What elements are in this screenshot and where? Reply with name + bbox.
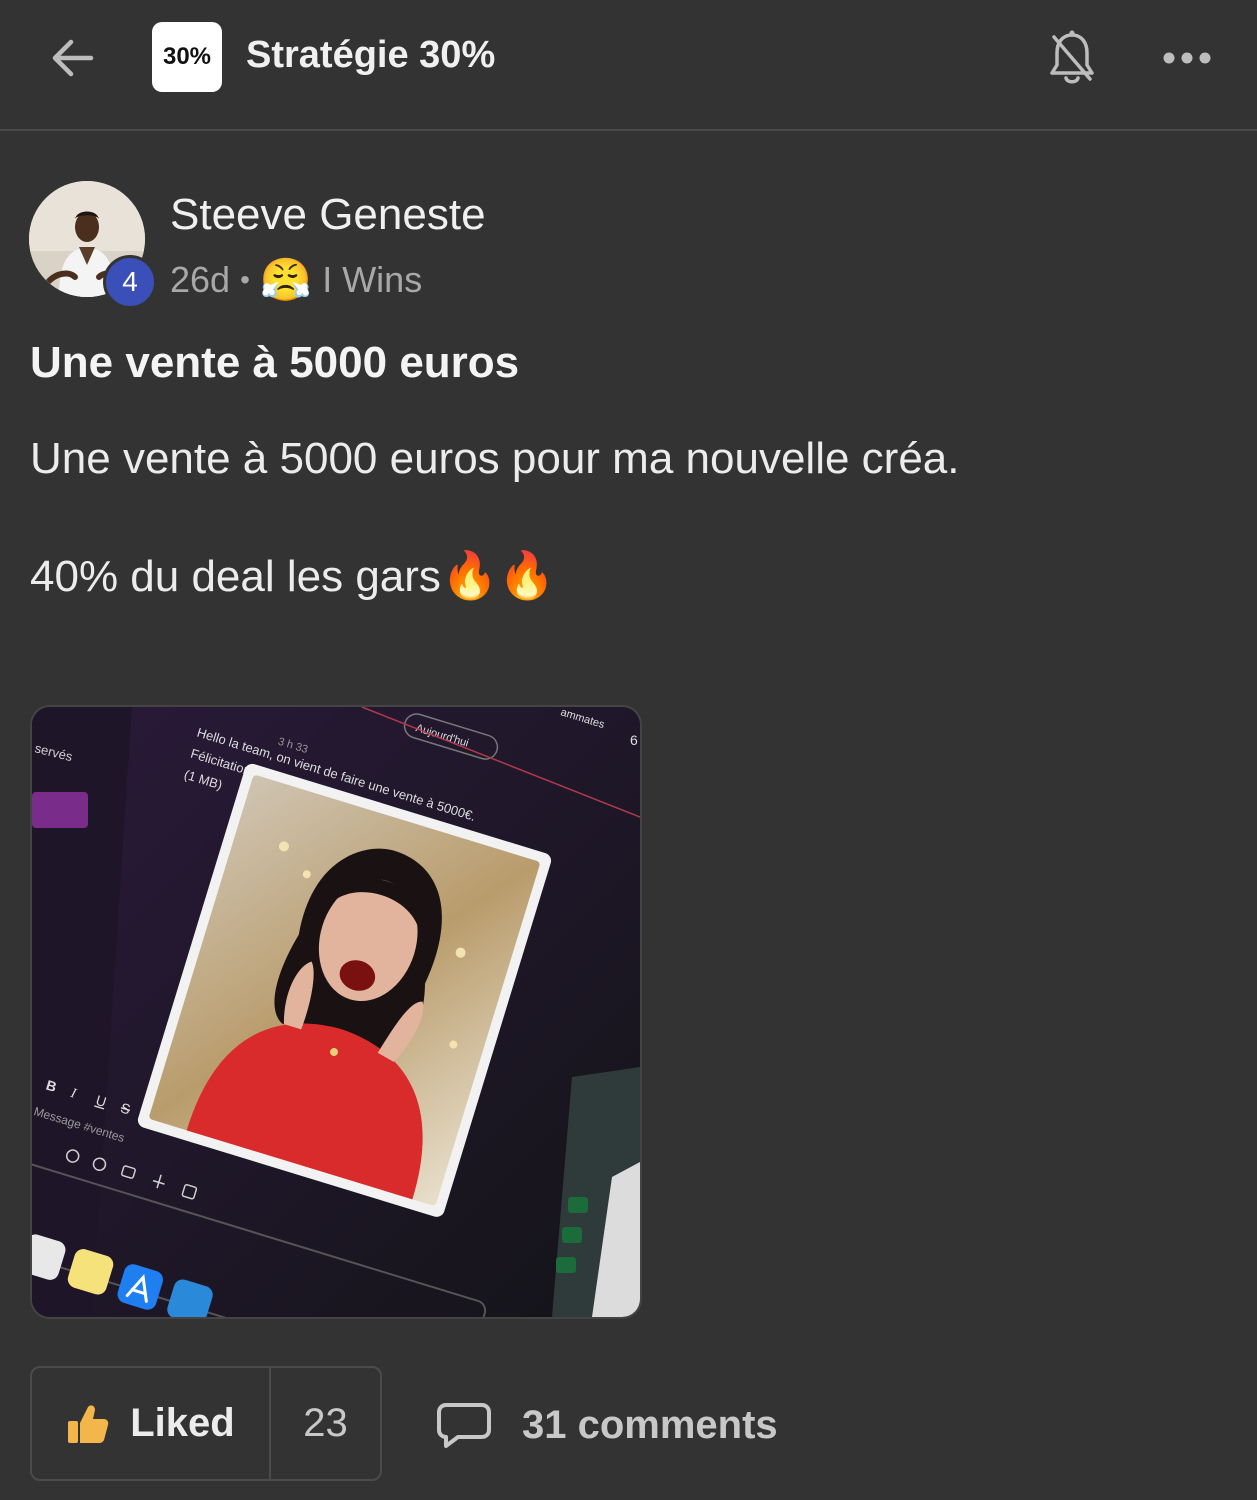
like-label: Liked — [130, 1401, 235, 1445]
like-group: Liked 23 — [30, 1366, 382, 1481]
author-name[interactable]: Steeve Geneste — [170, 190, 486, 240]
comments-button[interactable]: 31 comments — [436, 1390, 778, 1460]
back-button[interactable] — [40, 26, 104, 90]
like-count[interactable]: 23 — [271, 1368, 380, 1479]
thumbs-up-icon — [68, 1404, 109, 1443]
more-options-button[interactable] — [1155, 32, 1219, 84]
attachment-photo: servés 3 h 33 Hello la team, on vient de… — [32, 707, 640, 1317]
comments-label: 31 comments — [522, 1402, 778, 1447]
category-emoji: 😤 — [259, 256, 313, 303]
post-body: Une vente à 5000 euros pour ma nouvelle … — [30, 430, 959, 606]
top-bar: 30% Stratégie 30% — [0, 0, 1257, 131]
post-title: Une vente à 5000 euros — [30, 338, 520, 387]
category-label[interactable]: I Wins — [322, 259, 422, 301]
group-logo-text: 30% — [162, 43, 212, 70]
post-body-line: 40% du deal les gars🔥🔥 — [30, 546, 959, 606]
corner-number: 6 — [630, 732, 638, 748]
notifications-button[interactable] — [1040, 24, 1104, 92]
group-title: Stratégie 30% — [246, 34, 496, 76]
meta-separator: • — [240, 264, 250, 295]
level-badge: 4 — [103, 255, 157, 309]
arrow-left-icon — [52, 39, 94, 77]
author-avatar[interactable]: 4 — [29, 181, 159, 311]
bell-off-icon — [1050, 30, 1094, 84]
post-body-text: 40% du deal les gars — [30, 552, 441, 601]
post-image-attachment[interactable]: servés 3 h 33 Hello la team, on vient de… — [30, 705, 642, 1319]
post-meta: 26d • 😤 I Wins — [170, 256, 422, 304]
post-body-line: Une vente à 5000 euros pour ma nouvelle … — [30, 434, 960, 483]
fire-emoji: 🔥🔥 — [440, 549, 556, 601]
more-horizontal-icon — [1163, 52, 1211, 64]
like-button[interactable]: Liked — [32, 1368, 271, 1479]
group-logo[interactable]: 30% — [152, 22, 222, 92]
comment-icon — [437, 1403, 491, 1448]
post-age: 26d — [170, 259, 231, 300]
